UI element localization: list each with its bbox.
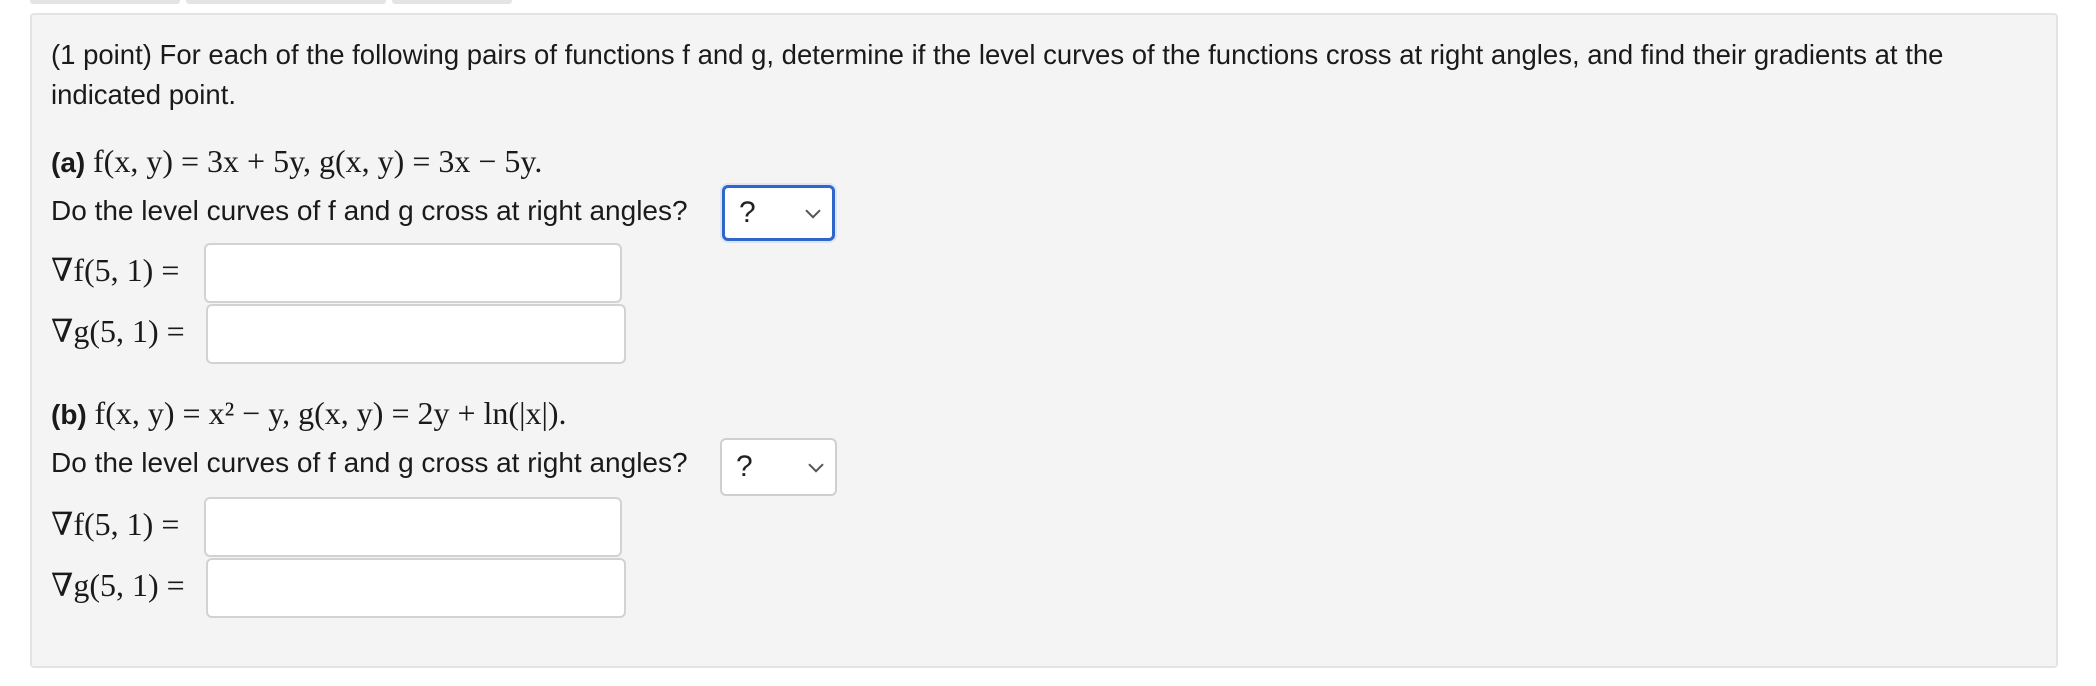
- chevron-down-icon: [808, 463, 824, 473]
- part-a-functions: f(x, y) = 3x + 5y, g(x, y) = 3x − 5y.: [93, 143, 543, 179]
- part-b-heading: (b) f(x, y) = x² − y, g(x, y) = 2y + ln(…: [51, 395, 567, 432]
- part-a-label: (a): [51, 147, 86, 178]
- part-b-grad-g-input[interactable]: [206, 558, 626, 618]
- part-a-grad-g-input[interactable]: [206, 304, 626, 364]
- part-b-functions: f(x, y) = x² − y, g(x, y) = 2y + ln(|x|)…: [94, 395, 567, 431]
- part-a-grad-f-input[interactable]: [204, 243, 622, 303]
- part-b-question: Do the level curves of f and g cross at …: [51, 447, 688, 478]
- part-a-question: Do the level curves of f and g cross at …: [51, 195, 688, 226]
- part-b-right-angle-select[interactable]: ?: [720, 438, 837, 496]
- problem-intro-line2: indicated point.: [51, 79, 236, 110]
- part-a-grad-g-label: ∇g(5, 1) =: [51, 313, 185, 349]
- part-b-label: (b): [51, 399, 87, 430]
- chevron-down-icon: [805, 209, 821, 219]
- problem-intro-line1: (1 point) For each of the following pair…: [51, 39, 1944, 70]
- part-b-grad-g-label: ∇g(5, 1) =: [51, 567, 185, 603]
- part-a-grad-f-label: ∇f(5, 1) =: [51, 252, 180, 288]
- top-tab-strip: [30, 0, 530, 5]
- part-b-grad-f-label: ∇f(5, 1) =: [51, 506, 180, 542]
- part-a-select-value: ?: [739, 196, 756, 229]
- problem-panel: (1 point) For each of the following pair…: [30, 13, 2058, 668]
- part-a-heading: (a) f(x, y) = 3x + 5y, g(x, y) = 3x − 5y…: [51, 143, 542, 180]
- part-b-grad-f-input[interactable]: [204, 497, 622, 557]
- part-b-select-value: ?: [736, 450, 753, 483]
- part-a-right-angle-select[interactable]: ?: [722, 185, 835, 241]
